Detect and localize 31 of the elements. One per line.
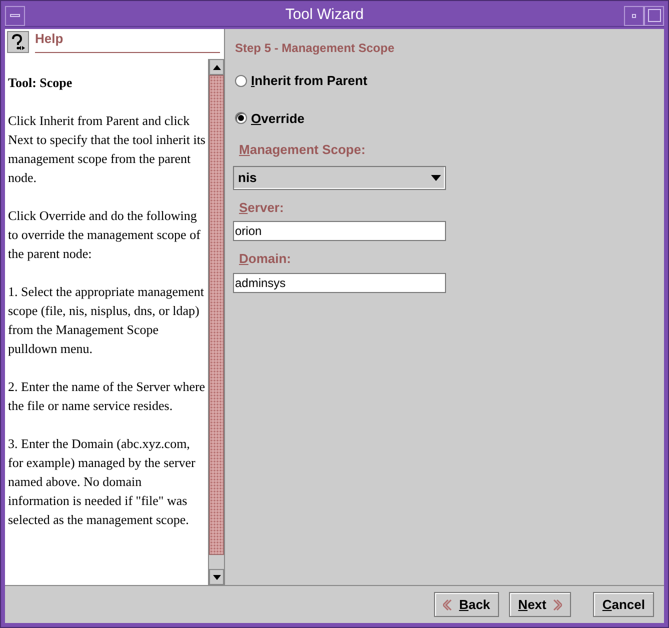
radio-label[interactable]: Inherit from Parent	[251, 71, 368, 90]
double-chevron-left-icon	[443, 598, 454, 610]
scroll-up-icon[interactable]	[209, 59, 224, 75]
scroll-down-icon[interactable]	[209, 569, 224, 585]
help-paragraph: Click Inherit from Parent and click Next to specify that the tool inherit its management scope from the parent node.	[8, 112, 206, 187]
maximize-icon[interactable]	[644, 6, 664, 26]
help-heading: Help	[35, 28, 220, 53]
field-label: Domain:	[239, 250, 292, 268]
scope-dropdown[interactable]: nis	[233, 166, 446, 190]
text-field[interactable]: adminsys	[233, 272, 446, 292]
double-chevron-right-icon	[552, 598, 562, 610]
back-button[interactable]: Back	[434, 592, 500, 617]
help-paragraph: 3. Enter the Domain (abc.xyz.com, for example) managed by the server named above. No domain information is needed if "file" was selected as the management scope.	[8, 435, 196, 529]
radio-button[interactable]	[235, 74, 247, 87]
field-label: Server:	[239, 198, 285, 216]
help-paragraph: Click Override and do the following to override the management scope of the parent node:	[8, 207, 202, 263]
dropdown-arrow-icon	[431, 174, 441, 180]
radio-button[interactable]	[235, 112, 247, 124]
minimize-icon[interactable]	[624, 6, 644, 26]
help-title: Tool: Scope	[8, 74, 74, 92]
cancel-button[interactable]: Cancel	[593, 592, 654, 617]
field-label: Management Scope:	[239, 141, 366, 159]
help-paragraph: 1. Select the appropriate management scope (file, nis, nisplus, dns, or ldap) from the Management Scope pulldown menu.	[8, 283, 206, 358]
text-field[interactable]: orion	[233, 221, 446, 241]
step-title: Step 5 - Management Scope	[235, 40, 396, 57]
next-button[interactable]: Next	[509, 592, 572, 617]
radio-label[interactable]: Override	[251, 108, 304, 128]
window-menu-icon[interactable]	[5, 6, 25, 26]
help-paragraph: 2. Enter the name of the Server where the file or name service resides.	[8, 378, 206, 415]
help-icon[interactable]	[7, 31, 29, 53]
window-title: Tool Wizard	[285, 5, 364, 26]
